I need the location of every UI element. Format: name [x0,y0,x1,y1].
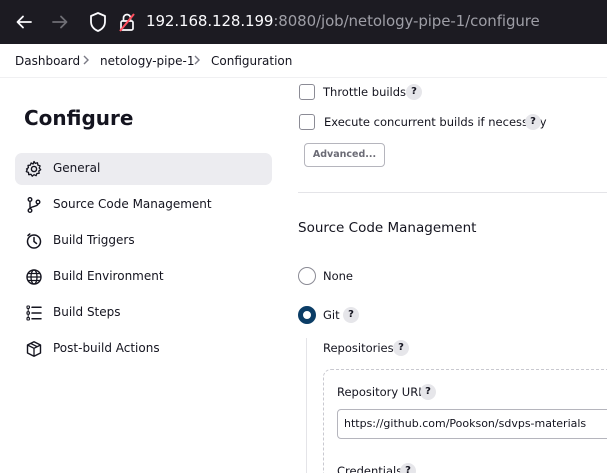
credentials-label: Credentials [337,464,403,473]
repositories-label: Repositories [323,341,394,355]
breadcrumb-separator [82,54,90,69]
help-icon[interactable]: ? [400,463,416,473]
advanced-button[interactable]: Advanced... [304,143,385,167]
help-icon[interactable]: ? [525,114,541,130]
repository-url-input[interactable]: https://github.com/Pookson/sdvps-materia… [337,409,607,439]
scm-none-label: None [323,269,354,283]
concurrent-builds-checkbox[interactable] [299,114,315,130]
concurrent-builds-label: Execute concurrent builds if necessary [324,115,547,129]
sidebar-item-build-environment[interactable]: Build Environment [15,261,272,293]
breadcrumb-configuration[interactable]: Configuration [211,54,292,68]
scm-git-radio[interactable] [298,306,316,324]
chevron-right-icon [194,55,200,65]
gear-icon [25,160,42,177]
arrow-right-icon [52,15,68,29]
repository-url-label: Repository URL [337,385,425,399]
branch-icon [27,197,41,213]
back-button[interactable] [12,10,36,34]
help-icon[interactable]: ? [393,340,409,356]
sidebar-item-label: Post-build Actions [53,341,160,355]
breadcrumb-dashboard[interactable]: Dashboard [15,54,80,68]
breadcrumb: Dashboard netology-pipe-1 Configuration [0,44,607,78]
browser-toolbar: 192.168.128.199:8080/job/netology-pipe-1… [0,0,607,44]
arrow-left-icon [16,15,32,29]
list-icon [26,305,42,321]
sidebar-item-label: Source Code Management [53,197,212,211]
page-title: Configure [24,106,134,130]
sidebar-item-label: Build Steps [53,305,121,319]
tracking-protection-shield-icon[interactable] [88,11,108,33]
sidebar-item-build-steps[interactable]: Build Steps [15,297,272,329]
sidebar-item-source-code-management[interactable]: Source Code Management [15,189,272,221]
sidebar-item-post-build-actions[interactable]: Post-build Actions [15,333,272,365]
scm-git-label: Git [323,308,340,322]
throttle-builds-label: Throttle builds [323,85,407,99]
help-icon[interactable]: ? [420,384,436,400]
address-bar[interactable]: 192.168.128.199:8080/job/netology-pipe-1… [146,12,540,30]
scm-none-radio[interactable] [298,267,316,285]
throttle-builds-checkbox[interactable] [299,84,315,100]
help-icon[interactable]: ? [406,84,422,100]
git-options-indent-line [306,338,307,473]
breadcrumb-job[interactable]: netology-pipe-1 [100,54,194,68]
url-host: 192.168.128.199 [146,12,274,30]
globe-icon [26,269,42,285]
url-path: :8080/job/netology-pipe-1/configure [273,12,540,30]
section-divider [298,192,607,193]
package-icon [26,341,42,357]
sidebar-item-label: General [53,161,101,175]
sidebar-item-build-triggers[interactable]: Build Triggers [15,225,272,257]
sidebar-item-label: Build Environment [53,269,164,283]
scm-section-title: Source Code Management [298,220,477,236]
clock-icon [26,233,42,249]
help-icon[interactable]: ? [343,307,359,323]
forward-button[interactable] [48,10,72,34]
sidebar-item-general[interactable]: General [15,153,272,185]
sidebar-item-label: Build Triggers [53,233,135,247]
chevron-right-icon [83,55,89,65]
breadcrumb-separator [193,54,201,69]
insecure-lock-icon[interactable] [117,11,137,33]
